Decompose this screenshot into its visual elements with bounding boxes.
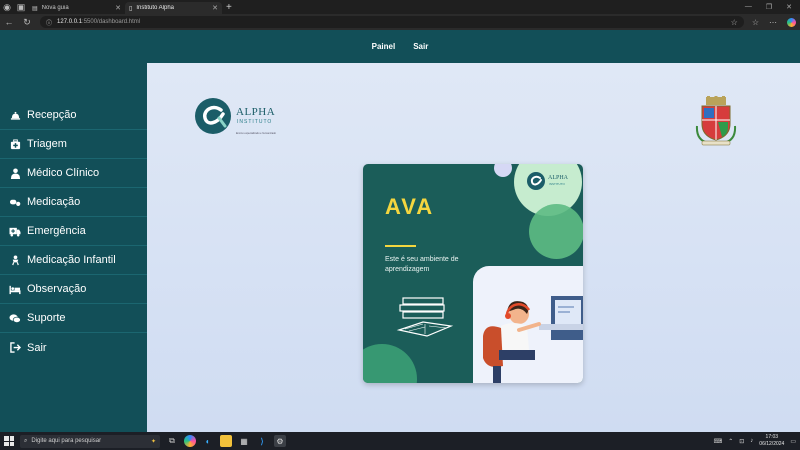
network-icon[interactable]: ⊡	[739, 438, 744, 445]
browser-tab-bar: ◉ ▣ ▤ Nova guia ✕ ▯ Instituto Alpha ✕ + …	[0, 0, 800, 14]
sidebar-item-label: Suporte	[27, 312, 66, 324]
decorative-circle	[363, 344, 417, 383]
nav-link-painel[interactable]: Painel	[372, 42, 396, 51]
sidebar-item-label: Observação	[27, 283, 87, 295]
copilot-taskbar-icon[interactable]	[184, 435, 196, 447]
sidebar-item-triagem[interactable]: Triagem	[0, 130, 147, 159]
logo-tagline: Ensino especializado e humanizado	[236, 132, 276, 135]
notification-icon[interactable]: ▭	[790, 438, 796, 445]
sidebar-item-suporte[interactable]: Suporte	[0, 304, 147, 333]
tab-nova-guia[interactable]: ▤ Nova guia ✕	[28, 2, 125, 14]
windows-taskbar: ⌕ Digite aqui para pesquisar ✦ ⧉ ◐ ▦ ⟩ ⚙…	[0, 432, 800, 450]
sidebar-item-medicacao-infantil[interactable]: Medicação Infantil	[0, 246, 147, 275]
nav-link-sair[interactable]: Sair	[413, 42, 428, 51]
clock-time: 17:03	[765, 434, 779, 440]
top-navigation: Painel Sair	[0, 30, 800, 63]
sidebar-item-label: Sair	[27, 341, 47, 354]
sidebar-item-emergencia[interactable]: Emergência	[0, 217, 147, 246]
tab-label: Nova guia	[41, 5, 69, 11]
file-explorer-icon[interactable]	[220, 435, 232, 447]
bell-icon	[9, 109, 21, 121]
title-underline	[385, 245, 416, 247]
student-at-computer-illustration	[483, 296, 583, 383]
alpha-emblem-icon	[527, 172, 545, 190]
bed-icon	[9, 283, 21, 295]
sidebar-item-label: Emergência	[27, 225, 86, 237]
search-icon: ⌕	[24, 437, 28, 444]
sidebar-item-recepcao[interactable]: Recepção	[0, 101, 147, 130]
ava-card[interactable]: ALPHA INSTITUTO AVA Este é seu ambiente …	[363, 164, 583, 383]
books-icon	[396, 297, 454, 337]
taskbar-search-input[interactable]: ⌕ Digite aqui para pesquisar ✦	[20, 434, 160, 448]
chevron-up-icon[interactable]: ⌃	[728, 438, 733, 445]
baby-icon	[9, 254, 21, 266]
decorative-circle	[529, 204, 583, 259]
sidebar-item-sair[interactable]: Sair	[0, 333, 147, 362]
sidebar-item-label: Medicação	[27, 196, 81, 208]
card-logo-name: ALPHA	[548, 175, 569, 181]
tab-favicon-icon: ▤	[32, 5, 38, 12]
sidebar-item-observacao[interactable]: Observação	[0, 275, 147, 304]
web-page: Painel Sair Recepção Triagem Médico Clín…	[0, 30, 800, 432]
logout-icon	[9, 342, 21, 354]
medkit-icon	[9, 138, 21, 150]
search-placeholder: Digite aqui para pesquisar	[31, 438, 102, 444]
sidebar-item-label: Recepção	[27, 109, 77, 121]
tab-actions-icon[interactable]: ▣	[14, 0, 28, 14]
ava-title: AVA	[385, 194, 435, 219]
alpha-logo: ALPHA INSTITUTO Ensino especializado e h…	[195, 98, 285, 140]
url-field[interactable]: ⓘ 127.0.0.1:5500/dashboard.html ☆	[40, 16, 744, 28]
tab-label: Instituto Alpha	[136, 5, 175, 11]
url-host: 127.0.0.1	[57, 19, 83, 25]
clock-date: 06/12/2024	[759, 441, 785, 447]
tab-favicon-icon: ▯	[129, 5, 133, 12]
favorites-icon[interactable]: ☆	[752, 18, 759, 27]
speaker-icon[interactable]: ♪	[750, 438, 753, 444]
store-icon[interactable]: ▦	[238, 435, 250, 447]
city-crest-icon	[694, 96, 738, 146]
alpha-emblem-icon	[195, 98, 231, 134]
sidebar-item-label: Triagem	[27, 138, 67, 150]
sidebar-item-label: Medicação Infantil	[27, 254, 116, 266]
copilot-icon[interactable]	[787, 17, 796, 27]
vscode-icon[interactable]: ⟩	[256, 435, 268, 447]
search-highlight-icon: ✦	[150, 438, 156, 445]
windows-start-icon[interactable]	[4, 436, 14, 446]
browser-address-bar: ← ↻ ⓘ 127.0.0.1:5500/dashboard.html ☆ ☆ …	[0, 14, 800, 30]
decorative-circle	[494, 164, 512, 177]
profile-icon[interactable]: ◉	[0, 0, 14, 14]
settings-gear-icon[interactable]: ⚙	[274, 435, 286, 447]
task-view-icon[interactable]: ⧉	[166, 435, 178, 447]
sidebar-item-label: Médico Clínico	[27, 167, 100, 179]
reload-icon[interactable]: ↻	[22, 17, 32, 28]
logo-name: ALPHA	[236, 106, 276, 118]
back-arrow-icon[interactable]: ←	[4, 17, 14, 27]
new-tab-icon[interactable]: +	[226, 2, 232, 13]
star-icon[interactable]: ☆	[731, 18, 738, 27]
minimize-icon[interactable]: —	[745, 3, 752, 11]
close-icon[interactable]: ✕	[212, 4, 218, 12]
window-close-icon[interactable]: ✕	[786, 3, 792, 11]
ambulance-icon	[9, 225, 21, 237]
sidebar-item-medicacao[interactable]: Medicação	[0, 188, 147, 217]
sidebar-item-medico-clinico[interactable]: Médico Clínico	[0, 159, 147, 188]
doctor-icon	[9, 167, 21, 179]
card-logo-sub: INSTITUTO	[549, 182, 565, 186]
close-icon[interactable]: ✕	[115, 4, 121, 12]
info-icon[interactable]: ⓘ	[46, 18, 52, 27]
tab-instituto-alpha[interactable]: ▯ Instituto Alpha ✕	[125, 2, 222, 14]
maximize-icon[interactable]: ❐	[766, 3, 772, 11]
sidebar: Recepção Triagem Médico Clínico Medicaçã…	[0, 63, 147, 432]
more-icon[interactable]: ⋯	[769, 18, 777, 27]
pills-icon	[9, 196, 21, 208]
chat-icon	[9, 312, 21, 324]
edge-icon[interactable]: ◐	[202, 435, 214, 447]
url-path: :5500/dashboard.html	[82, 19, 141, 25]
ava-subtitle: Este é seu ambiente de aprendizagem	[385, 256, 459, 273]
keyboard-icon[interactable]: ⌨	[714, 438, 723, 445]
logo-sub: INSTITUTO	[237, 119, 273, 125]
clock[interactable]: 17:03 06/12/2024	[759, 434, 784, 448]
